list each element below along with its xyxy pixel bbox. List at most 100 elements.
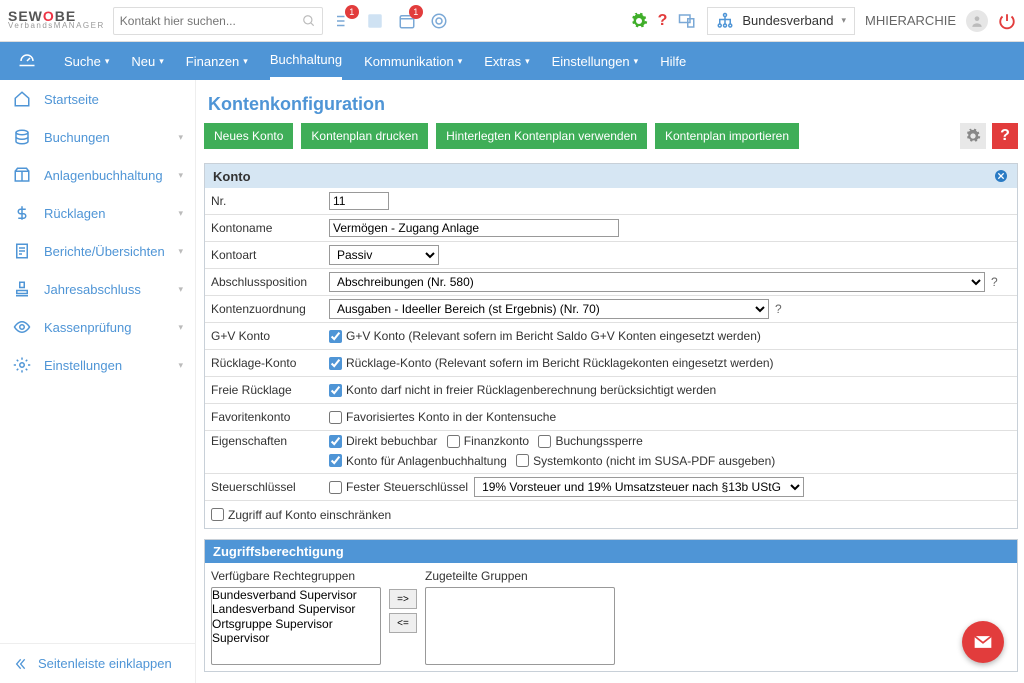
chk-gv[interactable]: [329, 330, 342, 343]
sidebar-item-startseite[interactable]: Startseite: [0, 80, 195, 118]
hint-frei: Konto darf nicht in freier Rücklagenbere…: [346, 383, 716, 397]
nav-einstellungen[interactable]: Einstellungen▾: [552, 42, 639, 80]
sidebar-collapse-label: Seitenleiste einklappen: [38, 656, 172, 671]
nav-suche[interactable]: Suche▾: [64, 42, 109, 80]
sidebar-item-r-cklagen[interactable]: Rücklagen▾: [0, 194, 195, 232]
logout-icon[interactable]: [998, 12, 1016, 30]
coins-icon: [12, 128, 32, 146]
chk-direkt[interactable]: [329, 435, 342, 448]
org-name: Bundesverband: [742, 13, 833, 28]
main-nav: Suche▾ Neu▾ Finanzen▾ Buchhaltung Kommun…: [0, 42, 1024, 80]
close-icon[interactable]: [993, 168, 1009, 184]
label-fav: Favoritenkonto: [211, 410, 329, 424]
sidebar-collapse[interactable]: Seitenleiste einklappen: [0, 643, 195, 683]
chk-finanz[interactable]: [447, 435, 460, 448]
avatar[interactable]: [966, 10, 988, 32]
chevron-down-icon: ▾: [178, 132, 183, 143]
calendar-icon[interactable]: 1: [397, 11, 417, 31]
lifebuoy-icon[interactable]: [429, 11, 449, 31]
chk-anlagen[interactable]: [329, 454, 342, 467]
dollar-icon: [12, 204, 32, 222]
top-right: ? Bundesverband ▾ MHIERARCHIE: [630, 7, 1016, 35]
chevron-left-icon: [12, 656, 28, 672]
sidebar: StartseiteBuchungen▾Anlagenbuchhaltung▾R…: [0, 80, 196, 683]
dashboard-icon[interactable]: [18, 52, 36, 70]
label-nr: Nr.: [211, 194, 329, 208]
sidebar-item-anlagenbuchhaltung[interactable]: Anlagenbuchhaltung▾: [0, 156, 195, 194]
btn-neues-konto[interactable]: Neues Konto: [204, 123, 293, 149]
chk-system[interactable]: [516, 454, 529, 467]
sidebar-item-jahresabschluss[interactable]: Jahresabschluss▾: [0, 270, 195, 308]
chk-fester[interactable]: [329, 481, 342, 494]
sidebar-item-einstellungen[interactable]: Einstellungen▾: [0, 346, 195, 384]
home-icon: [12, 90, 32, 108]
nav-buchhaltung[interactable]: Buchhaltung: [270, 42, 342, 80]
label-abschluss: Abschlussposition: [211, 275, 329, 289]
select-tax[interactable]: 19% Vorsteuer und 19% Umsatzsteuer nach …: [474, 477, 804, 497]
input-kontoname[interactable]: [329, 219, 619, 237]
label-zuordnung: Kontenzuordnung: [211, 302, 329, 316]
chk-restrict[interactable]: [211, 508, 224, 521]
settings-icon[interactable]: [630, 12, 648, 30]
page-title: Kontenkonfiguration: [208, 94, 1018, 115]
sidebar-item-kassenpr-fung[interactable]: Kassenprüfung ▾: [0, 308, 195, 346]
sidebar-item-buchungen[interactable]: Buchungen▾: [0, 118, 195, 156]
nav-kommunikation[interactable]: Kommunikation▾: [364, 42, 462, 80]
sidebar-label: Rücklagen: [44, 206, 105, 221]
hierarchy-icon: [716, 12, 734, 30]
global-search[interactable]: [113, 7, 323, 35]
select-zuordnung[interactable]: Ausgaben - Ideeller Bereich (st Ergebnis…: [329, 299, 769, 319]
chk-frei[interactable]: [329, 384, 342, 397]
checklist-icon[interactable]: 1: [333, 11, 353, 31]
label-rueck: Rücklage-Konto: [211, 356, 329, 370]
chevron-down-icon: ▾: [178, 246, 183, 257]
input-nr[interactable]: [329, 192, 389, 210]
nav-extras[interactable]: Extras▾: [484, 42, 529, 80]
sidebar-label: Anlagenbuchhaltung: [44, 168, 163, 183]
devices-icon[interactable]: [677, 11, 697, 31]
btn-move-right[interactable]: =>: [389, 589, 417, 609]
chevron-down-icon: ▾: [178, 322, 183, 333]
btn-kontenplan-drucken[interactable]: Kontenplan drucken: [301, 123, 428, 149]
panel-help-icon[interactable]: ?: [992, 123, 1018, 149]
btn-kontenplan-importieren[interactable]: Kontenplan importieren: [655, 123, 799, 149]
chk-sperre[interactable]: [538, 435, 551, 448]
select-abschluss[interactable]: Abschreibungen (Nr. 580): [329, 272, 985, 292]
gear-icon: [12, 356, 32, 374]
help-hint-icon[interactable]: ?: [775, 302, 782, 316]
chk-fav[interactable]: [329, 411, 342, 424]
nav-finanzen[interactable]: Finanzen▾: [186, 42, 248, 80]
permissions-head: Zugriffsberechtigung: [205, 540, 1017, 563]
eye-icon: [12, 318, 32, 336]
btn-move-left[interactable]: <=: [389, 613, 417, 633]
sidebar-label: Kassenprüfung: [44, 320, 131, 335]
topbar: SEWOBE VerbandsMANAGER 1 1 ?: [0, 0, 1024, 42]
btn-hinterlegten-kontenplan[interactable]: Hinterlegten Kontenplan verwenden: [436, 123, 647, 149]
help-icon[interactable]: ?: [658, 12, 668, 30]
sidebar-item-berichte-bersichten[interactable]: Berichte/Übersichten▾: [0, 232, 195, 270]
chk-rueck[interactable]: [329, 357, 342, 370]
nav-neu[interactable]: Neu▾: [131, 42, 163, 80]
label-tax: Steuerschlüssel: [211, 480, 329, 494]
hint-fav: Favorisiertes Konto in der Kontensuche: [346, 410, 556, 424]
account-panel-head: Konto: [205, 164, 1017, 188]
list-assigned-groups[interactable]: [425, 587, 615, 665]
sidebar-label: Startseite: [44, 92, 99, 107]
label-gv: G+V Konto: [211, 329, 329, 343]
sidebar-label: Jahresabschluss: [44, 282, 141, 297]
account-panel: Konto Nr. Kontoname Kontoart Passiv Absc…: [204, 163, 1018, 529]
nav-hilfe[interactable]: Hilfe: [660, 42, 686, 80]
label-eig: Eigenschaften: [211, 434, 329, 448]
label-avail: Verfügbare Rechtegruppen: [211, 569, 381, 583]
help-hint-icon[interactable]: ?: [991, 275, 998, 289]
search-input[interactable]: [120, 14, 302, 28]
select-kontoart[interactable]: Passiv: [329, 245, 439, 265]
panel-settings-icon[interactable]: [960, 123, 986, 149]
chevron-down-icon: ▾: [178, 360, 183, 371]
org-selector[interactable]: Bundesverband ▾: [707, 7, 855, 35]
stamp-icon: [12, 280, 32, 298]
note-icon[interactable]: [365, 11, 385, 31]
fab-mail[interactable]: [962, 621, 1004, 663]
list-available-groups[interactable]: Bundesverband SupervisorLandesverband Su…: [211, 587, 381, 665]
content: Kontenkonfiguration Neues Konto Kontenpl…: [196, 80, 1024, 683]
